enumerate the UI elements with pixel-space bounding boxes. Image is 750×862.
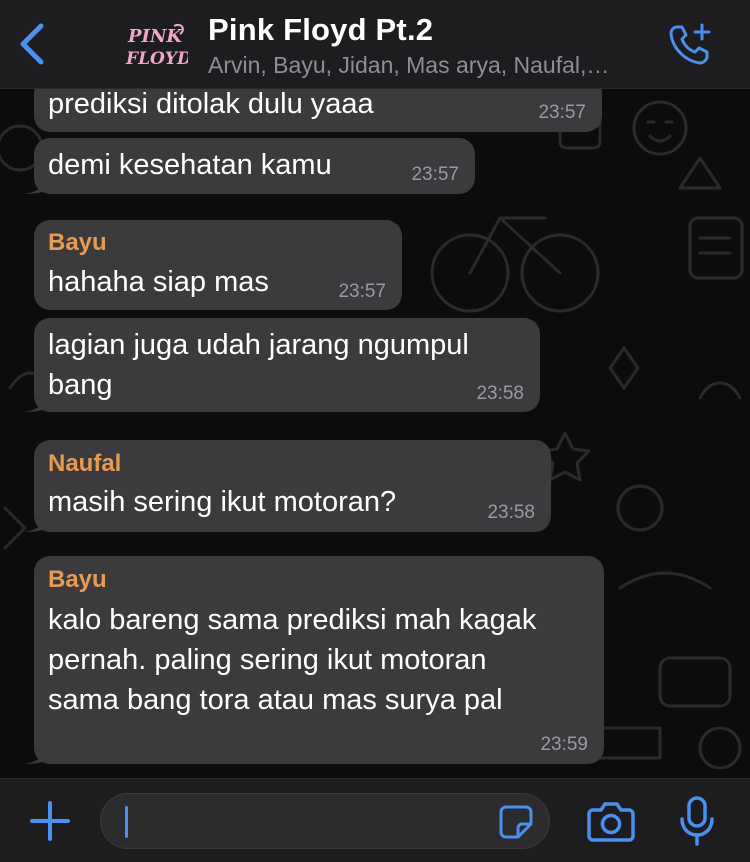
camera-icon bbox=[587, 802, 635, 842]
phone-plus-icon bbox=[669, 23, 711, 65]
sticker-button[interactable] bbox=[497, 803, 535, 841]
pink-floyd-logo: PINK FLOYD bbox=[125, 24, 188, 69]
bubble-tail bbox=[24, 744, 46, 764]
microphone-icon bbox=[680, 796, 714, 846]
message-text: prediksi ditolak dulu yaaa bbox=[48, 88, 374, 120]
message-bubble[interactable]: demi kesehatan kamu 23:57 bbox=[24, 138, 475, 194]
sticker-icon bbox=[499, 805, 533, 839]
message-bubble[interactable]: Naufal masih sering ikut motoran? 23:58 bbox=[24, 440, 551, 532]
message-text: masih sering ikut motoran? bbox=[48, 486, 397, 518]
message-composer bbox=[0, 778, 750, 862]
message-bubble[interactable]: lagian juga udah jarang ngumpul bang 23:… bbox=[24, 318, 540, 412]
text-caret bbox=[125, 806, 128, 838]
svg-text:FLOYD: FLOYD bbox=[125, 49, 188, 69]
message-time: 23:59 bbox=[540, 734, 588, 755]
message-time: 23:58 bbox=[476, 383, 524, 404]
plus-icon bbox=[30, 801, 70, 841]
camera-button[interactable] bbox=[586, 797, 636, 845]
back-button[interactable] bbox=[12, 18, 52, 70]
sender-name[interactable]: Naufal bbox=[48, 450, 121, 478]
sender-name[interactable]: Bayu bbox=[48, 229, 107, 257]
message-text: kalo bareng sama prediksi mah kagak pern… bbox=[48, 604, 537, 716]
message-text: lagian juga udah jarang ngumpul bang bbox=[48, 329, 469, 401]
message-list[interactable]: prediksi ditolak dulu yaaa 23:57 demi ke… bbox=[0, 88, 750, 778]
message-time: 23:57 bbox=[411, 164, 459, 185]
chat-header: PINK FLOYD Pink Floyd Pt.2 Arvin, Bayu, … bbox=[0, 0, 750, 89]
chat-members[interactable]: Arvin, Bayu, Jidan, Mas arya, Naufal,… bbox=[208, 52, 609, 79]
attach-button[interactable] bbox=[26, 797, 74, 845]
bubble-tail bbox=[24, 174, 46, 194]
bubble-tail bbox=[24, 392, 46, 412]
microphone-button[interactable] bbox=[672, 795, 722, 847]
message-time: 23:57 bbox=[338, 281, 386, 302]
chevron-left-icon bbox=[20, 23, 44, 65]
message-text: demi kesehatan kamu bbox=[48, 149, 332, 181]
group-avatar[interactable]: PINK FLOYD bbox=[124, 20, 188, 70]
chat-screen: PINK FLOYD Pink Floyd Pt.2 Arvin, Bayu, … bbox=[0, 0, 750, 862]
sender-name[interactable]: Bayu bbox=[48, 566, 107, 594]
bubble-tail bbox=[24, 512, 46, 532]
message-time: 23:57 bbox=[538, 102, 586, 123]
message-bubble[interactable]: prediksi ditolak dulu yaaa 23:57 bbox=[34, 88, 602, 132]
message-input[interactable] bbox=[100, 793, 550, 849]
message-time: 23:58 bbox=[487, 502, 535, 523]
svg-text:PINK: PINK bbox=[127, 26, 183, 47]
message-bubble[interactable]: Bayu hahaha siap mas 23:57 bbox=[34, 220, 402, 310]
message-bubble[interactable]: Bayu kalo bareng sama prediksi mah kagak… bbox=[24, 556, 604, 764]
chat-title[interactable]: Pink Floyd Pt.2 bbox=[208, 12, 433, 48]
message-text: hahaha siap mas bbox=[48, 266, 269, 298]
add-call-button[interactable] bbox=[666, 20, 714, 68]
